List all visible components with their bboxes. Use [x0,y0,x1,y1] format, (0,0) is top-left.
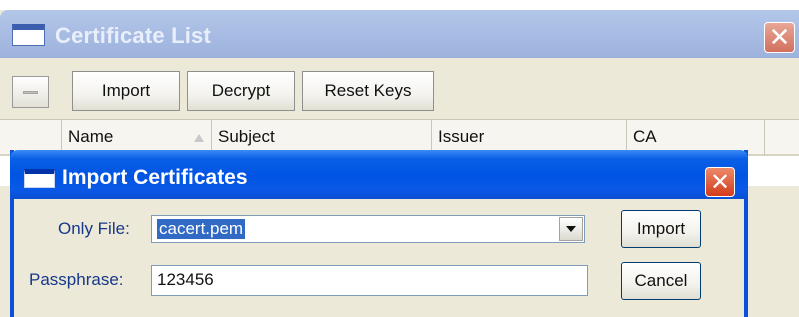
close-button[interactable]: ✕ [764,22,795,53]
close-icon: ✕ [709,168,731,196]
dropdown-button[interactable] [559,217,583,241]
import-dialog-titlebar[interactable]: Import Certificates ✕ [10,150,748,199]
column-header-subject-label: Subject [218,127,275,146]
window-icon [12,24,45,46]
dialog-import-button[interactable]: Import [621,210,701,248]
only-file-value: cacert.pem [157,219,246,239]
dialog-close-button[interactable]: ✕ [705,167,735,197]
column-header-name-label: Name [68,127,114,146]
chevron-down-icon [566,226,576,232]
sort-asc-icon [194,134,204,142]
only-file-label: Only File: [58,219,130,238]
toggle-button[interactable] [12,76,49,108]
only-file-select[interactable]: cacert.pem [151,215,585,243]
reset-keys-button[interactable]: Reset Keys [302,71,434,111]
column-header-ca-label: CA [633,127,657,146]
passphrase-input[interactable]: 123456 [151,265,588,296]
close-icon: ✕ [768,22,791,52]
column-header-filler [765,120,799,156]
decrypt-button[interactable]: Decrypt [187,71,295,111]
minus-icon [23,91,38,94]
certificate-list-titlebar[interactable]: Certificate List ✕ [0,10,799,58]
toolbar: Import Decrypt Reset Keys [0,58,799,119]
window-title: Certificate List [55,23,212,48]
cancel-button[interactable]: Cancel [621,262,701,300]
column-header-issuer-label: Issuer [438,127,485,146]
dialog-title: Import Certificates [62,166,248,189]
import-button[interactable]: Import [72,71,180,111]
import-certificates-dialog: Import Certificates ✕ Only File: cacert.… [10,150,748,317]
passphrase-label: Passphrase: [29,270,124,289]
window-icon [24,169,55,188]
